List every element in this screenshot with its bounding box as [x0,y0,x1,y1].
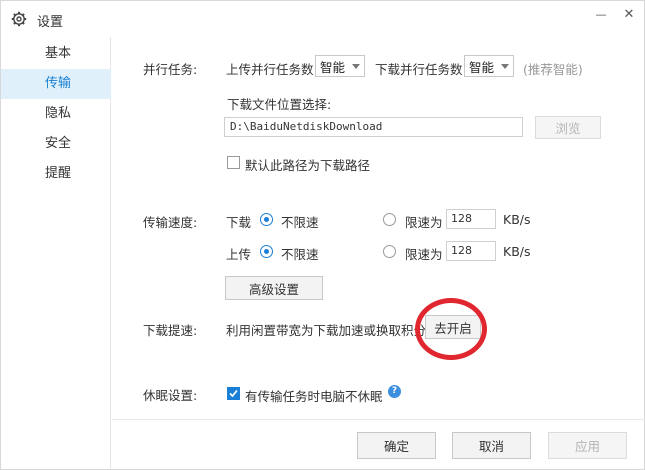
close-button[interactable]: ✕ [617,5,641,23]
download-limit-radio[interactable] [383,213,396,226]
apply-button[interactable]: 应用 [548,432,627,459]
upload-limit-label: 限速为 [405,247,443,262]
upload-parallel-value: 智能 [320,59,346,75]
download-unlimited-radio[interactable] [260,213,273,226]
upload-unlimited-radio[interactable] [260,245,273,258]
annotation-circle [415,298,487,360]
browse-button[interactable]: 浏览 [535,116,601,139]
gear-icon [11,11,27,27]
check-icon [229,389,238,398]
download-parallel-value: 智能 [469,59,495,75]
upload-limit-input[interactable]: 128 [446,241,496,261]
chevron-down-icon [352,64,360,69]
speed-section-label: 传输速度: [143,215,198,230]
upload-parallel-label: 上传并行任务数 [226,62,314,77]
sidebar-item-transfer[interactable]: 传输 [1,69,111,99]
close-icon: ✕ [623,6,635,22]
cancel-button[interactable]: 取消 [452,432,531,459]
download-parallel-select[interactable]: 智能 [464,55,514,77]
sidebar-item-reminder[interactable]: 提醒 [1,159,111,189]
minimize-icon: — [595,7,607,21]
sidebar-item-basic[interactable]: 基本 [1,39,111,69]
parallel-hint: (推荐智能) [523,62,583,77]
download-speed-label: 下载 [226,215,252,230]
download-unlimited-label: 不限速 [281,215,319,230]
upload-unlimited-label: 不限速 [281,247,319,262]
sidebar-item-label: 基本 [45,46,72,61]
title-bar: 设置 — ✕ [1,1,644,37]
upload-parallel-select[interactable]: 智能 [315,55,365,77]
download-limit-input[interactable]: 128 [446,209,496,229]
download-parallel-label: 下载并行任务数 [375,62,463,77]
sidebar-item-privacy[interactable]: 隐私 [1,99,111,129]
advanced-settings-button[interactable]: 高级设置 [225,276,323,300]
download-path-input[interactable]: D:\BaiduNetdiskDownload [224,117,523,137]
footer-divider [112,419,645,420]
default-path-checkbox[interactable] [227,156,240,169]
sleep-section-label: 休眠设置: [143,388,198,403]
accelerate-section-label: 下载提速: [143,323,198,338]
sidebar-item-security[interactable]: 安全 [1,129,111,159]
sidebar-item-label: 传输 [45,76,72,91]
chevron-down-icon [501,64,509,69]
sidebar-item-label: 提醒 [45,166,72,181]
upload-unit-label: KB/s [503,244,531,259]
ok-button[interactable]: 确定 [357,432,436,459]
download-limit-label: 限速为 [405,215,443,230]
download-unit-label: KB/s [503,212,531,227]
upload-speed-label: 上传 [226,247,252,262]
prevent-sleep-label: 有传输任务时电脑不休眠 [245,389,383,404]
window-title: 设置 [37,15,64,30]
parallel-section-label: 并行任务: [143,62,198,77]
sidebar: 基本 传输 隐私 安全 提醒 [1,37,111,469]
minimize-button[interactable]: — [589,5,613,23]
sidebar-item-label: 隐私 [45,106,72,121]
accelerate-description: 利用闲置带宽为下载加速或换取积分 [226,323,427,338]
sidebar-item-label: 安全 [45,136,72,151]
upload-limit-radio[interactable] [383,245,396,258]
settings-window: 设置 — ✕ 基本 传输 隐私 安全 提醒 并行任务: 上传并行任务数 智能 下… [0,0,645,470]
question-icon[interactable]: ? [388,385,401,398]
prevent-sleep-checkbox[interactable] [227,387,240,400]
download-location-label: 下载文件位置选择: [227,97,332,112]
default-path-label: 默认此路径为下载路径 [245,158,371,173]
